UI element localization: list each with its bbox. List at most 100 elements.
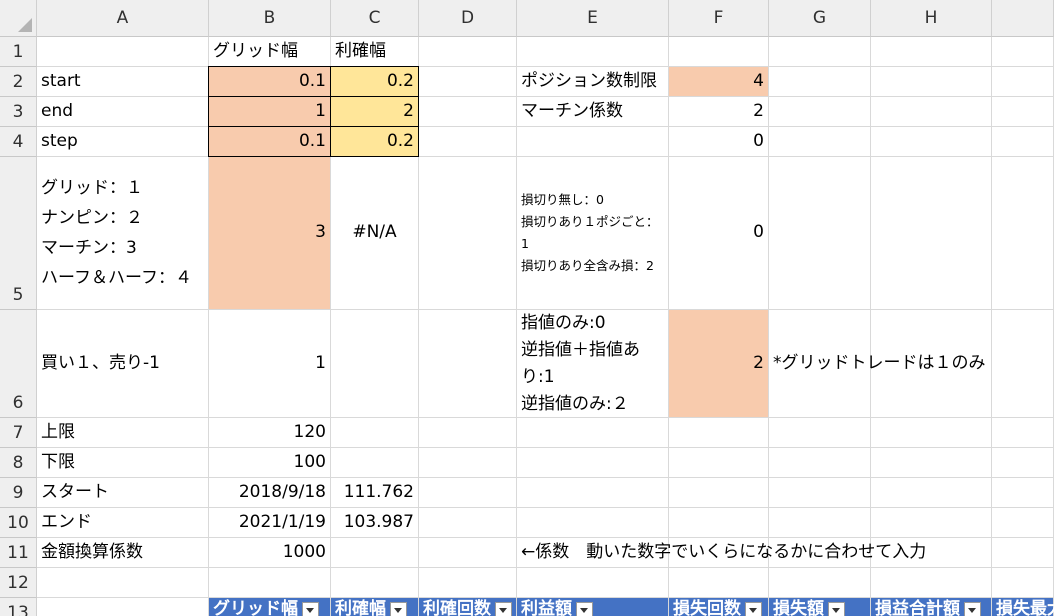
cell-H3[interactable] [871, 97, 992, 127]
filter-dropdown-icon[interactable] [745, 602, 762, 616]
cell-C13[interactable]: 利確幅 [331, 598, 419, 616]
select-all-corner[interactable] [0, 0, 37, 37]
cell-A3[interactable]: end [37, 97, 209, 127]
cell-I1[interactable] [992, 37, 1054, 67]
cell-D1[interactable] [419, 37, 517, 67]
cell-H2[interactable] [871, 67, 992, 97]
cell-F9[interactable] [669, 478, 769, 508]
cell-A2[interactable]: start [37, 67, 209, 97]
cell-F2[interactable]: 4 [669, 67, 769, 97]
cell-E4[interactable] [517, 127, 669, 157]
cell-H4[interactable] [871, 127, 992, 157]
cell-G9[interactable] [769, 478, 871, 508]
cell-D3[interactable] [419, 97, 517, 127]
cell-H8[interactable] [871, 448, 992, 478]
cell-C6[interactable] [331, 310, 419, 418]
cell-H1[interactable] [871, 37, 992, 67]
cell-F5[interactable]: 0 [669, 157, 769, 310]
cell-D7[interactable] [419, 418, 517, 448]
cell-F7[interactable] [669, 418, 769, 448]
cell-G1[interactable] [769, 37, 871, 67]
cell-E2[interactable]: ポジション数制限 [517, 67, 669, 97]
cell-C12[interactable] [331, 568, 419, 598]
cell-B12[interactable] [209, 568, 331, 598]
filter-dropdown-icon[interactable] [576, 602, 593, 616]
filter-dropdown-icon[interactable] [828, 602, 845, 616]
cell-C5[interactable]: #N/A [331, 157, 419, 310]
spreadsheet-grid[interactable]: A B C D E F G H 1 2 3 4 5 6 7 8 9 10 11 12 13 グリッド幅 利確幅 start 0.… [0, 0, 1054, 616]
cell-C1[interactable]: 利確幅 [331, 37, 419, 67]
row-header-12[interactable]: 12 [0, 568, 37, 598]
cell-F6[interactable]: 2 [669, 310, 769, 418]
cell-A8[interactable]: 下限 [37, 448, 209, 478]
cell-B6[interactable]: 1 [209, 310, 331, 418]
cell-B7[interactable]: 120 [209, 418, 331, 448]
row-header-2[interactable]: 2 [0, 67, 37, 97]
cell-D9[interactable] [419, 478, 517, 508]
cell-G10[interactable] [769, 508, 871, 538]
column-header-F[interactable]: F [669, 0, 769, 37]
cell-I13[interactable]: 損失最大 [992, 598, 1054, 616]
cell-E3[interactable]: マーチン係数 [517, 97, 669, 127]
cell-C9[interactable]: 111.762 [331, 478, 419, 508]
cell-F8[interactable] [669, 448, 769, 478]
cell-G7[interactable] [769, 418, 871, 448]
column-header-G[interactable]: G [769, 0, 871, 37]
cell-I11[interactable] [992, 538, 1054, 568]
row-header-5[interactable]: 5 [0, 157, 37, 310]
cell-A5[interactable]: グリッド：１ ナンピン：２ マーチン：3 ハーフ＆ハーフ：４ [37, 157, 209, 310]
cell-I6[interactable] [992, 310, 1054, 418]
cell-C3[interactable]: 2 [330, 96, 419, 127]
cell-F3[interactable]: 2 [669, 97, 769, 127]
row-header-13[interactable]: 13 [0, 598, 37, 616]
cell-G12[interactable] [769, 568, 871, 598]
cell-I12[interactable] [992, 568, 1054, 598]
cell-E9[interactable] [517, 478, 669, 508]
cell-H10[interactable] [871, 508, 992, 538]
cell-A10[interactable]: エンド [37, 508, 209, 538]
cell-B4[interactable]: 0.1 [208, 126, 331, 157]
row-header-11[interactable]: 11 [0, 538, 37, 568]
cell-H13[interactable]: 損益合計額 [871, 598, 992, 616]
cell-I3[interactable] [992, 97, 1054, 127]
row-header-3[interactable]: 3 [0, 97, 37, 127]
cell-B13[interactable]: グリッド幅 [209, 598, 331, 616]
cell-G5[interactable] [769, 157, 871, 310]
cell-G6[interactable]: *グリッドトレードは１のみ [769, 310, 986, 418]
cell-B9[interactable]: 2018/9/18 [209, 478, 331, 508]
cell-D5[interactable] [419, 157, 517, 310]
cell-I8[interactable] [992, 448, 1054, 478]
cell-A4[interactable]: step [37, 127, 209, 157]
cell-E10[interactable] [517, 508, 669, 538]
row-header-9[interactable]: 9 [0, 478, 37, 508]
cell-E5[interactable]: 損切り無し：0 損切りあり１ポジごと： 1 損切りあり全含み損：2 [517, 157, 669, 310]
cell-F4[interactable]: 0 [669, 127, 769, 157]
cell-I2[interactable] [992, 67, 1054, 97]
filter-dropdown-icon[interactable] [964, 602, 981, 616]
cell-H12[interactable] [871, 568, 992, 598]
cell-E6[interactable]: 指値のみ:0 逆指値＋指値あ り:1 逆指値のみ:２ [517, 310, 669, 418]
cell-D10[interactable] [419, 508, 517, 538]
cell-D6[interactable] [419, 310, 517, 418]
column-header-C[interactable]: C [331, 0, 419, 37]
cell-C7[interactable] [331, 418, 419, 448]
cell-A11[interactable]: 金額換算係数 [37, 538, 209, 568]
cell-I7[interactable] [992, 418, 1054, 448]
cell-G3[interactable] [769, 97, 871, 127]
row-header-4[interactable]: 4 [0, 127, 37, 157]
cell-E12[interactable] [517, 568, 669, 598]
cell-C4[interactable]: 0.2 [330, 126, 419, 157]
cell-I9[interactable] [992, 478, 1054, 508]
cell-D12[interactable] [419, 568, 517, 598]
cell-A13[interactable] [37, 598, 209, 616]
row-header-7[interactable]: 7 [0, 418, 37, 448]
cell-B1[interactable]: グリッド幅 [209, 37, 331, 67]
cell-F12[interactable] [669, 568, 769, 598]
cell-D11[interactable] [419, 538, 517, 568]
cell-E11[interactable]: ←係数 動いた数字でいくらになるかに合わせて入力 [517, 538, 926, 568]
row-header-6[interactable]: 6 [0, 310, 37, 418]
cell-A9[interactable]: スタート [37, 478, 209, 508]
column-header-D[interactable]: D [419, 0, 517, 37]
cell-C10[interactable]: 103.987 [331, 508, 419, 538]
cell-D2[interactable] [419, 67, 517, 97]
